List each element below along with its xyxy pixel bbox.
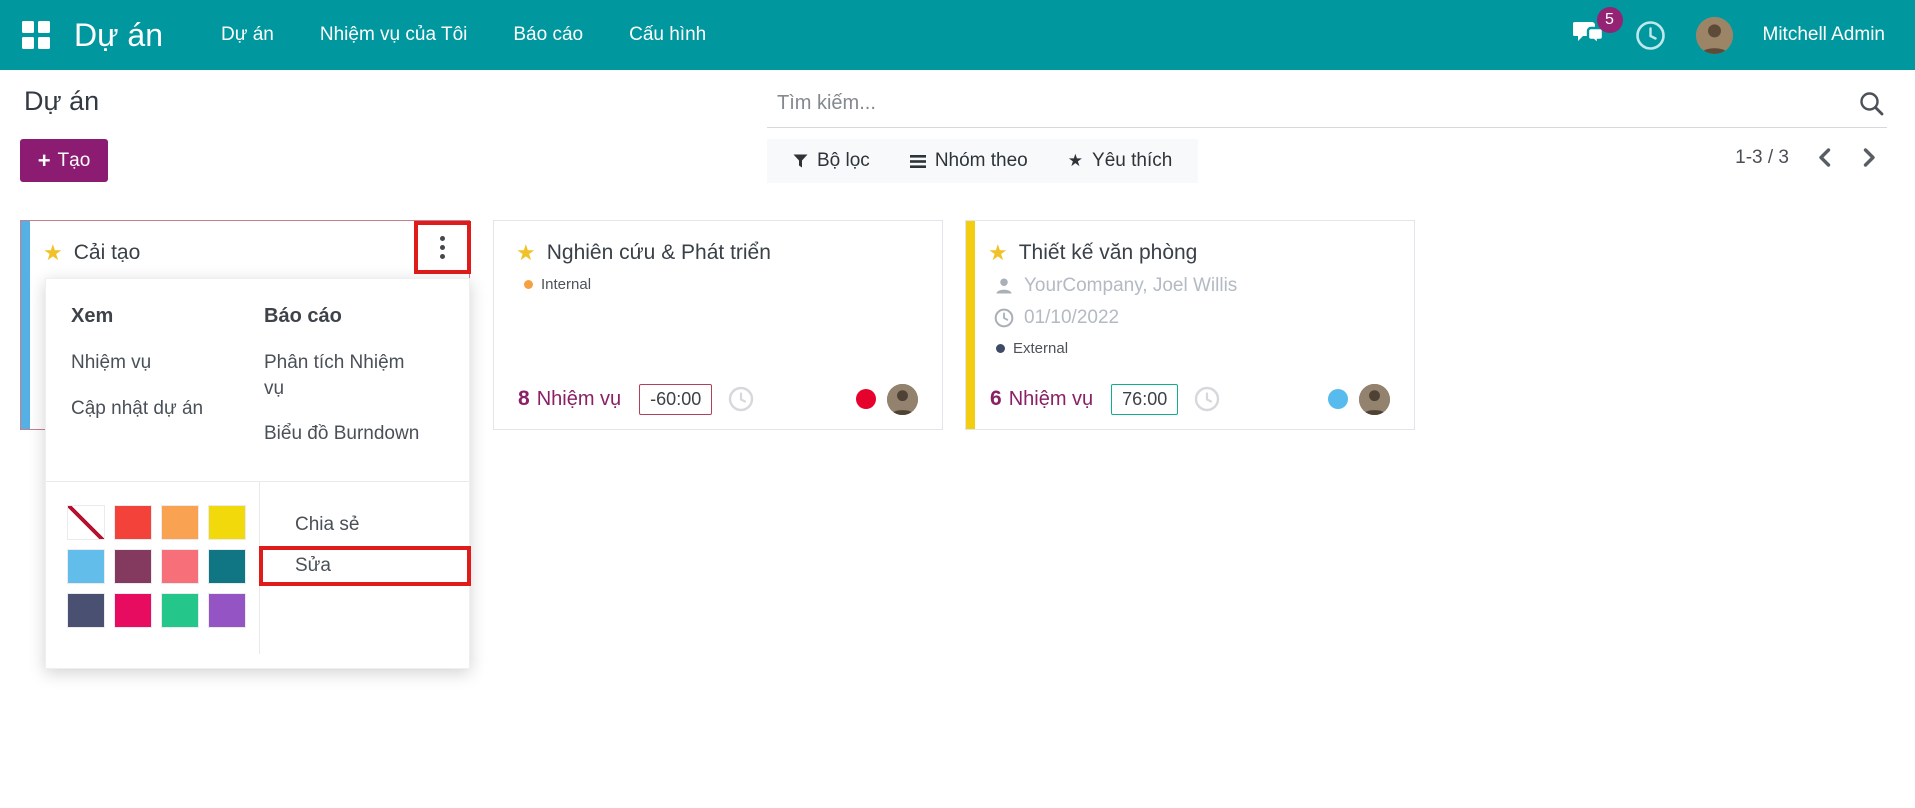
user-avatar[interactable] (1696, 17, 1733, 54)
assignee-avatar[interactable] (1359, 384, 1390, 415)
group-by-label: Nhóm theo (935, 150, 1028, 172)
task-count-label[interactable]: Nhiệm vụ (537, 388, 621, 411)
tag-label: Internal (541, 276, 591, 293)
timesheet-clock-icon (728, 386, 754, 412)
menu-item-projects[interactable]: Dự án (221, 24, 274, 46)
create-button[interactable]: + Tạo (20, 139, 108, 182)
date-label: 01/10/2022 (1024, 307, 1119, 329)
pager: 1-3 / 3 (1735, 146, 1879, 169)
funnel-icon (793, 154, 808, 168)
assignee-avatar[interactable] (887, 384, 918, 415)
kanban-card-nghien-cuu[interactable]: ★ Nghiên cứu & Phát triển Internal 8 Nhi… (493, 220, 943, 430)
kanban-status-dot[interactable] (856, 389, 876, 409)
color-swatch[interactable] (209, 550, 245, 583)
card-title[interactable]: Cải tạo (74, 241, 141, 265)
filters-button[interactable]: Bộ lọc (793, 150, 870, 172)
favorite-star-icon: ★ (1068, 151, 1083, 171)
pager-next-button[interactable] (1860, 146, 1879, 169)
user-name[interactable]: Mitchell Admin (1763, 24, 1886, 46)
breadcrumb-page-title: Dự án (24, 86, 99, 117)
annotation-box-edit: Sửa (259, 546, 471, 586)
date-clock-icon (994, 308, 1014, 328)
color-swatch[interactable] (68, 594, 104, 627)
card-tag: External (966, 329, 1414, 357)
search-input[interactable] (767, 84, 1887, 128)
kanban-status-dot[interactable] (1328, 389, 1348, 409)
color-swatch[interactable] (115, 506, 151, 539)
tag-dot (996, 344, 1005, 353)
navbar-right: 5 Mitchell Admin (1573, 17, 1886, 54)
card-tag: Internal (494, 265, 942, 293)
color-swatch[interactable] (68, 550, 104, 583)
favorite-star-icon[interactable]: ★ (988, 242, 1008, 264)
messages-badge: 5 (1597, 7, 1623, 33)
color-swatch[interactable] (209, 506, 245, 539)
color-swatch[interactable] (162, 506, 198, 539)
dropdown-item-project-updates[interactable]: Cập nhật dự án (71, 396, 264, 422)
group-by-icon (910, 155, 926, 168)
dropdown-item-task-analysis[interactable]: Phân tích Nhiệm vụ (264, 350, 419, 401)
dropdown-item-edit[interactable]: Sửa (295, 555, 331, 577)
dropdown-item-burndown-chart[interactable]: Biểu đồ Burndown (264, 421, 464, 447)
avatar-photo (1696, 17, 1733, 54)
main-menu: Dự án Nhiệm vụ của Tôi Báo cáo Cấu hình (221, 24, 706, 46)
favorite-star-icon[interactable]: ★ (43, 242, 63, 264)
menu-item-config[interactable]: Cấu hình (629, 24, 706, 46)
card-date-row: 01/10/2022 (966, 297, 1414, 329)
card-partner-row: YourCompany, Joel Willis (966, 265, 1414, 297)
favorites-button[interactable]: ★ Yêu thích (1068, 150, 1173, 172)
color-swatch[interactable] (115, 550, 151, 583)
apps-grid-icon[interactable] (22, 21, 50, 49)
filters-label: Bộ lọc (817, 150, 870, 172)
card-title[interactable]: Thiết kế văn phòng (1019, 241, 1198, 265)
dropdown-divider (46, 481, 469, 482)
partner-label: YourCompany, Joel Willis (1024, 275, 1237, 297)
color-palette (68, 506, 245, 627)
color-swatch[interactable] (162, 550, 198, 583)
hours-badge: 76:00 (1111, 384, 1178, 415)
card-stats-row: 8 Nhiệm vụ -60:00 (494, 382, 942, 416)
color-swatch-none[interactable] (68, 506, 104, 539)
clock-icon (1635, 20, 1666, 51)
person-icon (994, 276, 1014, 296)
color-swatch[interactable] (209, 594, 245, 627)
kanban-card-thiet-ke[interactable]: ★ Thiết kế văn phòng YourCompany, Joel W… (965, 220, 1415, 430)
favorites-label: Yêu thích (1092, 150, 1172, 172)
task-count-label[interactable]: Nhiệm vụ (1009, 388, 1093, 411)
favorite-star-icon[interactable]: ★ (516, 242, 536, 264)
top-navbar: Dự án Dự án Nhiệm vụ của Tôi Báo cáo Cấu… (0, 0, 1915, 70)
task-count[interactable]: 8 (518, 387, 530, 411)
kebab-menu-button[interactable] (432, 232, 453, 263)
card-color-bar (21, 221, 30, 429)
timesheet-clock-icon (1194, 386, 1220, 412)
card-title[interactable]: Nghiên cứu & Phát triển (547, 241, 771, 265)
color-swatch[interactable] (162, 594, 198, 627)
messages-button[interactable]: 5 (1573, 19, 1605, 52)
card-stats-row: 6 Nhiệm vụ 76:00 (966, 382, 1414, 416)
task-count[interactable]: 6 (990, 387, 1002, 411)
dropdown-item-tasks[interactable]: Nhiệm vụ (71, 350, 264, 376)
tag-label: External (1013, 340, 1068, 357)
search-area (767, 84, 1887, 128)
activity-clock-button[interactable] (1635, 20, 1666, 51)
create-button-label: Tạo (58, 150, 91, 172)
app-brand[interactable]: Dự án (74, 17, 163, 54)
dropdown-section-view: Xem (71, 305, 264, 328)
filter-toolbar: Bộ lọc Nhóm theo ★ Yêu thích (767, 139, 1198, 183)
tag-dot (524, 280, 533, 289)
menu-item-my-tasks[interactable]: Nhiệm vụ của Tôi (320, 24, 468, 46)
hours-badge: -60:00 (639, 384, 712, 415)
pager-range: 1-3 / 3 (1735, 147, 1789, 169)
dropdown-section-report: Báo cáo (264, 305, 464, 328)
color-swatch[interactable] (115, 594, 151, 627)
menu-item-reports[interactable]: Báo cáo (513, 24, 583, 46)
card-context-dropdown: Xem Nhiệm vụ Cập nhật dự án Báo cáo Phân… (45, 278, 470, 669)
pager-previous-button[interactable] (1815, 146, 1834, 169)
group-by-button[interactable]: Nhóm theo (910, 150, 1028, 172)
annotation-box-kebab (414, 221, 471, 274)
dropdown-item-share[interactable]: Chia sẻ (259, 504, 471, 546)
plus-icon: + (38, 150, 51, 172)
app-window: Dự án Dự án Nhiệm vụ của Tôi Báo cáo Cấu… (0, 0, 1915, 808)
search-icon[interactable] (1858, 90, 1885, 122)
